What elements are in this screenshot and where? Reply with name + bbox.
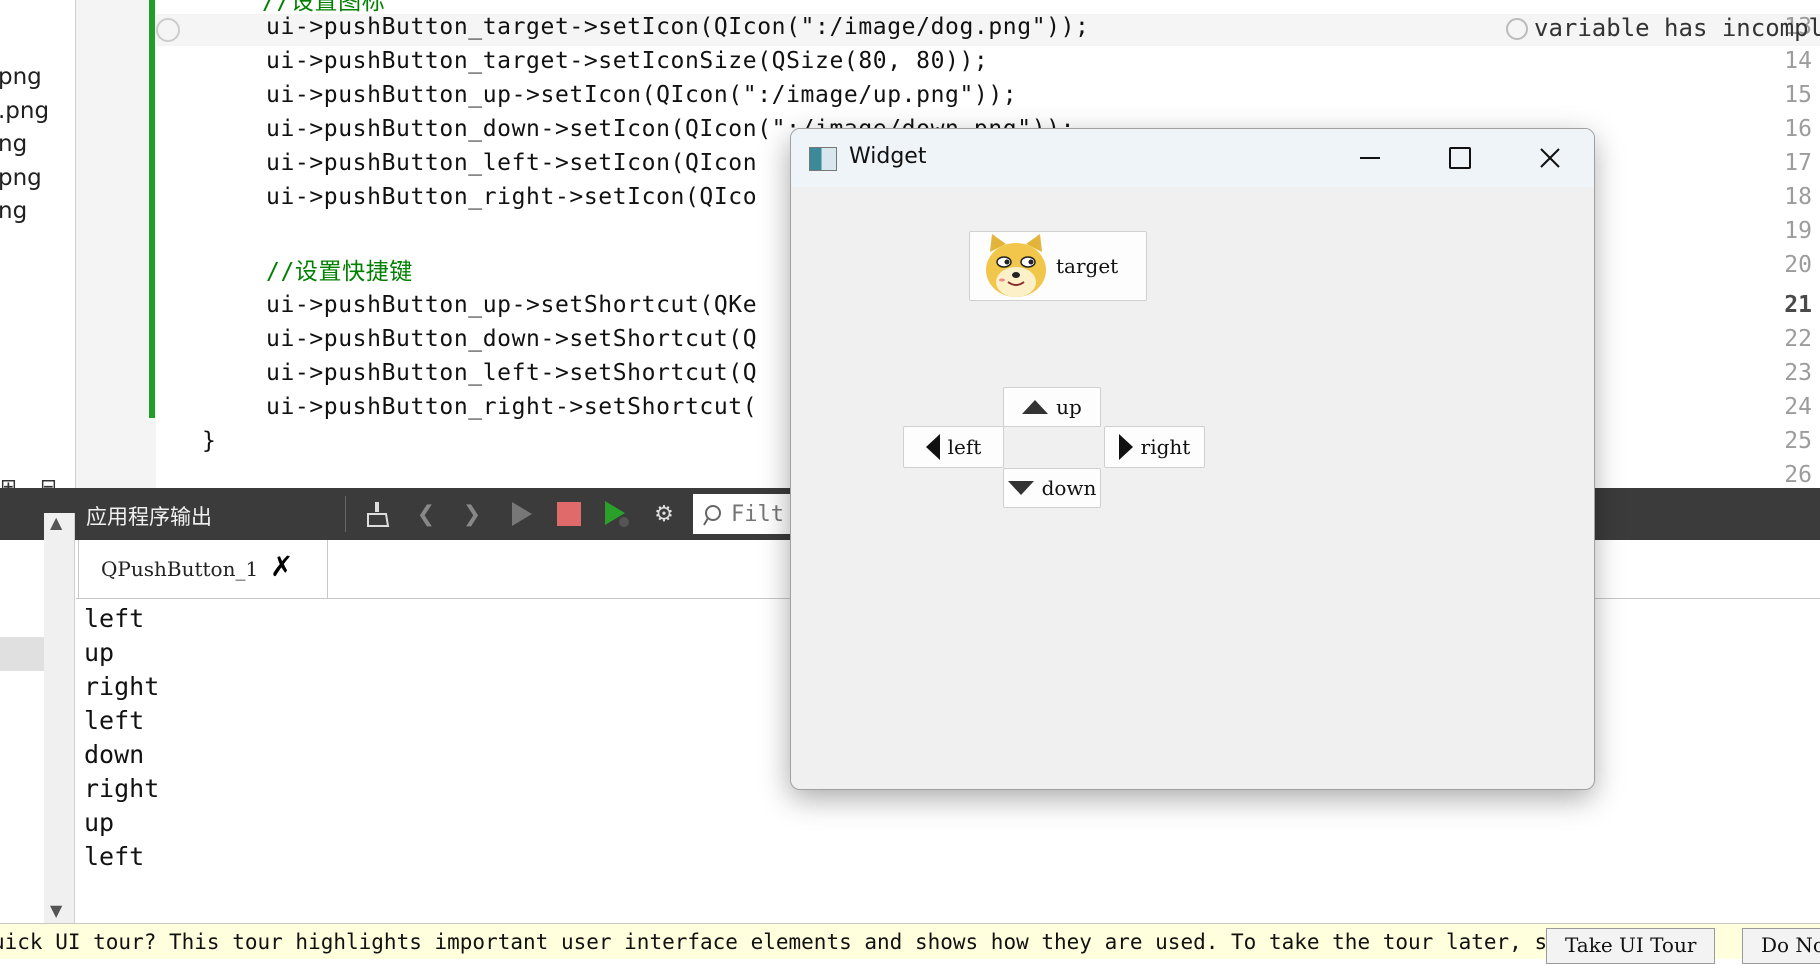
vertical-scrollbar[interactable]: ▲ ▼ [44, 513, 75, 923]
line-number: 19 [1784, 218, 1812, 244]
output-line: left [84, 706, 145, 735]
app-window-icon [809, 147, 837, 171]
tour-message: uick UI tour? This tour highlights impor… [0, 930, 1611, 954]
left-label: left [947, 435, 982, 459]
up-label: up [1056, 395, 1082, 419]
tab-qpushbutton[interactable]: QPushButton_1 ✗ [78, 540, 328, 598]
output-line: down [84, 740, 145, 769]
toolbar-divider [345, 496, 346, 532]
down-button[interactable]: down [1003, 468, 1101, 508]
line-number: 18 [1784, 184, 1812, 210]
output-line: up [84, 808, 115, 837]
file-item[interactable]: png [0, 165, 42, 191]
window-title: Widget [849, 144, 927, 169]
right-button[interactable]: right [1104, 426, 1205, 468]
line-number: 26 [1784, 462, 1812, 488]
line-number: 20 [1784, 252, 1812, 278]
file-item[interactable]: ng [0, 131, 27, 157]
file-item[interactable]: .png [0, 98, 49, 124]
maximize-button[interactable] [1416, 133, 1504, 183]
output-line: left [84, 842, 145, 871]
code-line: ui->pushButton_right->setShortcut( [266, 394, 758, 420]
widget-window: Widget target up left right down [790, 128, 1595, 790]
down-arrow-icon [1007, 481, 1034, 495]
filter-field[interactable] [693, 494, 803, 534]
output-line: up [84, 638, 115, 667]
do-not-show-button[interactable]: Do No [1742, 928, 1820, 964]
line-number: 24 [1784, 394, 1812, 420]
minimize-icon [1360, 157, 1380, 159]
file-item[interactable]: ng [0, 198, 27, 224]
warning-circle-icon [1506, 18, 1528, 40]
ui-tour-infobar: uick UI tour? This tour highlights impor… [0, 923, 1820, 964]
clean-brush-icon[interactable] [362, 498, 394, 530]
code-line: ui->pushButton_down->setShortcut(Q [266, 326, 758, 352]
code-line: ui->pushButton_target->setIconSize(QSize… [266, 48, 989, 74]
tab-label: QPushButton_1 [101, 557, 259, 581]
line-number-current: 21 [1784, 292, 1812, 318]
code-line: ui->pushButton_target->setIcon(QIcon(":/… [266, 14, 1090, 40]
settings-gear-icon[interactable]: ⚙ [648, 498, 680, 530]
output-side-selected[interactable] [0, 637, 44, 671]
previous-icon[interactable]: ❮ [410, 498, 442, 530]
down-label: down [1041, 476, 1097, 500]
target-label: target [1056, 254, 1119, 278]
close-window-button[interactable] [1506, 133, 1594, 183]
up-button[interactable]: up [1003, 387, 1101, 427]
breakpoint-marker-icon[interactable] [156, 18, 180, 42]
up-arrow-icon [1022, 400, 1049, 414]
output-side-list [0, 540, 44, 923]
dog-face-icon [986, 234, 1046, 297]
application-output-text: left up right left down right up left [84, 602, 784, 874]
output-pane-title: 应用程序输出 [86, 505, 212, 529]
target-button[interactable]: target [969, 231, 1147, 301]
output-line: left [84, 604, 145, 633]
code-line: ui->pushButton_up->setIcon(QIcon(":/imag… [266, 82, 1018, 108]
close-icon [1540, 148, 1560, 168]
maximize-icon [1449, 147, 1471, 169]
left-arrow-icon [925, 434, 940, 460]
left-button[interactable]: left [903, 426, 1004, 468]
search-icon [703, 505, 721, 526]
take-ui-tour-button[interactable]: Take UI Tour [1546, 928, 1716, 964]
minimize-button[interactable] [1326, 133, 1414, 183]
line-number: 15 [1784, 82, 1812, 108]
file-item[interactable]: png [0, 64, 42, 90]
code-line: ui->pushButton_left->setIcon(QIcon [266, 150, 758, 176]
line-number: 17 [1784, 150, 1812, 176]
line-number-gutter [76, 0, 156, 488]
line-number: 22 [1784, 326, 1812, 352]
stop-icon[interactable] [553, 498, 585, 530]
next-icon[interactable]: ❯ [456, 498, 488, 530]
modified-lines-bar [149, 0, 155, 418]
run-icon[interactable] [505, 498, 537, 530]
line-number: 14 [1784, 48, 1812, 74]
scroll-up-icon[interactable]: ▲ [50, 513, 62, 532]
code-comment-line: //设置快捷键 [266, 259, 413, 285]
line-number: 25 [1784, 428, 1812, 454]
output-line: right [84, 774, 160, 803]
right-arrow-icon [1118, 434, 1133, 460]
close-tab-icon[interactable]: ✗ [270, 550, 293, 583]
output-line: right [84, 672, 160, 701]
code-line: } [202, 428, 217, 454]
line-number: 16 [1784, 116, 1812, 142]
debug-run-icon[interactable] [600, 498, 632, 530]
window-titlebar[interactable]: Widget [791, 129, 1594, 187]
project-file-panel: png .png ng png ng [0, 0, 76, 488]
code-line: ui->pushButton_up->setShortcut(QKe [266, 292, 758, 318]
inline-warning[interactable]: variable has incomplete [1506, 14, 1820, 42]
code-line: ui->pushButton_left->setShortcut(Q [266, 360, 758, 386]
line-number: 23 [1784, 360, 1812, 386]
scroll-down-icon[interactable]: ▼ [50, 901, 62, 920]
warning-text: variable has incomplete [1534, 14, 1820, 42]
code-line: ui->pushButton_right->setIcon(QIco [266, 184, 758, 210]
right-label: right [1140, 435, 1191, 459]
